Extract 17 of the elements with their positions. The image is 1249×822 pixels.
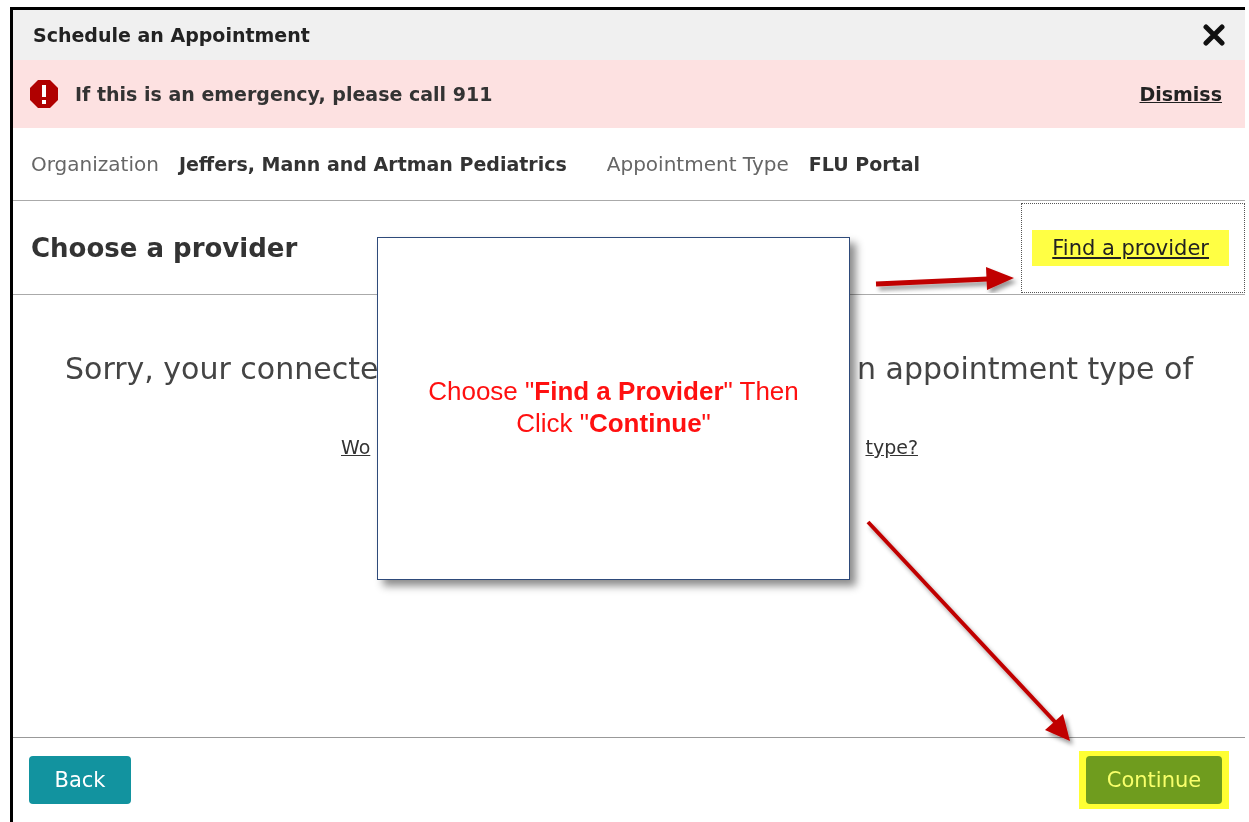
field-value: Jeffers, Mann and Artman Pediatrics xyxy=(178,153,567,175)
callout-text: Choose "Find a Provider" Then Click "Continue" xyxy=(427,375,800,440)
warning-icon xyxy=(29,79,59,109)
field-value: FLU Portal xyxy=(808,153,920,175)
back-button[interactable]: Back xyxy=(29,756,131,804)
dismiss-link[interactable]: Dismiss xyxy=(1139,83,1222,105)
dialog-title: Schedule an Appointment xyxy=(33,24,310,46)
help-link[interactable]: Wo xyxy=(341,436,371,458)
section-title: Choose a provider xyxy=(31,232,298,263)
alert-message: If this is an emergency, please call 911 xyxy=(75,83,494,105)
close-icon[interactable] xyxy=(1203,24,1225,46)
message-text: Sorry, your connecte xyxy=(65,351,379,386)
field-label: Organization xyxy=(31,152,159,176)
find-provider-link[interactable]: Find a provider xyxy=(1032,229,1229,266)
field-label: Appointment Type xyxy=(606,152,789,176)
message-text: n appointment type of xyxy=(857,351,1193,386)
help-link[interactable]: type? xyxy=(865,436,918,458)
